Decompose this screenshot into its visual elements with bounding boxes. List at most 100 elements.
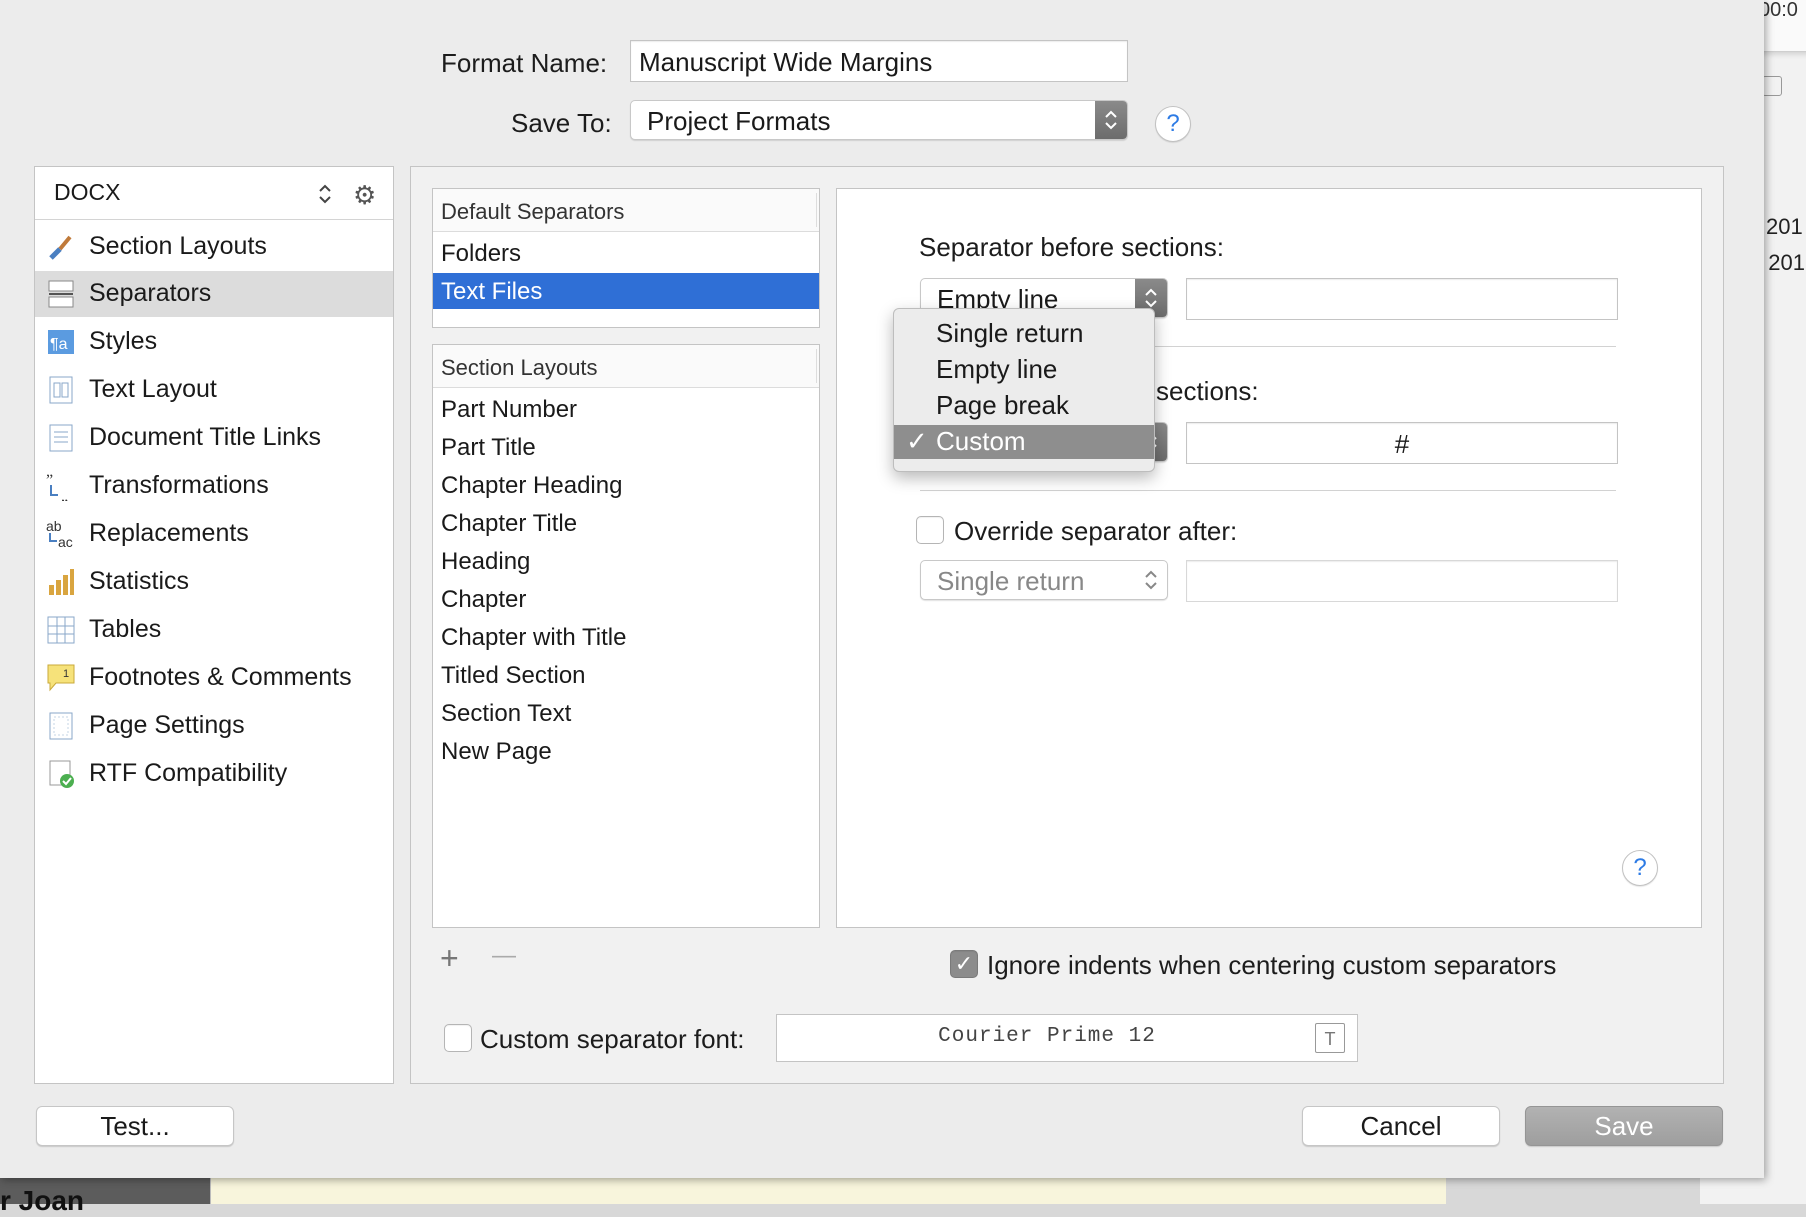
sidebar: DOCX ⚙ Section Layouts Separators ¶a Sty…	[34, 166, 394, 1084]
svg-text:”: ”	[46, 472, 53, 489]
svg-text:„: „	[61, 488, 68, 501]
format-name-field[interactable]: Manuscript Wide Margins	[630, 40, 1128, 82]
list-header: Section Layouts	[433, 345, 819, 388]
footnote-icon: 1	[47, 664, 75, 692]
divider	[920, 490, 1616, 491]
override-separator-custom-field[interactable]	[1186, 560, 1618, 602]
test-button[interactable]: Test...	[36, 1106, 234, 1146]
background-editor	[210, 1178, 1446, 1204]
custom-font-field[interactable]: Courier Prime 12 T	[776, 1014, 1358, 1062]
styles-icon: ¶a	[48, 330, 74, 354]
sidebar-item-footnotes-comments[interactable]: 1 Footnotes & Comments	[35, 655, 393, 701]
help-button[interactable]: ?	[1155, 106, 1191, 142]
svg-text:1: 1	[63, 668, 69, 680]
add-button[interactable]: +	[440, 940, 459, 977]
list-item-label: Chapter with Title	[441, 624, 627, 651]
sidebar-item-label: Styles	[89, 327, 158, 355]
sidebar-item-statistics[interactable]: Statistics	[35, 559, 393, 605]
list-item-label: Chapter Title	[441, 510, 578, 537]
list-item[interactable]: New Page	[433, 733, 819, 769]
save-to-popup[interactable]: Project Formats	[630, 100, 1128, 140]
format-name-value: Manuscript Wide Margins	[639, 47, 933, 77]
custom-font-checkbox[interactable]	[444, 1024, 472, 1052]
separator-before-label: Separator before sections:	[919, 232, 1224, 262]
sidebar-item-label: Transformations	[89, 471, 269, 499]
list-item-label: New Page	[441, 738, 552, 765]
sidebar-item-label: Text Layout	[89, 375, 217, 403]
cancel-button[interactable]: Cancel	[1302, 1106, 1500, 1146]
sidebar-item-text-layout[interactable]: Text Layout	[35, 367, 393, 413]
separator-before-custom-field[interactable]	[1186, 278, 1618, 320]
list-item[interactable]: Chapter with Title	[433, 619, 819, 655]
list-item-folders[interactable]: Folders	[433, 235, 819, 271]
sidebar-item-label: Separators	[89, 279, 212, 307]
menu-item-empty-line[interactable]: Empty line	[894, 353, 1154, 387]
remove-button[interactable]: —	[492, 942, 516, 970]
menu-item-label: Single return	[936, 318, 1084, 348]
document-icon	[49, 424, 73, 452]
background-text: r Joan	[0, 1185, 85, 1216]
override-separator-value: Single return	[937, 566, 1085, 596]
svg-text:¶a: ¶a	[50, 336, 68, 353]
sidebar-item-tables[interactable]: Tables	[35, 607, 393, 653]
list-item[interactable]: Part Title	[433, 429, 819, 465]
override-separator-checkbox[interactable]	[916, 516, 944, 544]
sidebar-item-section-layouts[interactable]: Section Layouts	[35, 224, 393, 270]
custom-font-label: Custom separator font:	[480, 1024, 745, 1054]
menu-item-label: Page break	[936, 390, 1069, 420]
menu-item-label: Custom	[936, 426, 1026, 456]
checkmark-icon: ✓	[906, 426, 928, 456]
list-item-label: Text Files	[441, 278, 543, 305]
quotes-icon: ”„	[46, 472, 68, 501]
list-item[interactable]: Part Number	[433, 391, 819, 427]
list-item[interactable]: Chapter Title	[433, 505, 819, 541]
list-item-label: Chapter Heading	[441, 472, 623, 499]
list-item-text-files[interactable]: Text Files	[433, 273, 819, 309]
background-date-1: 201	[1766, 214, 1803, 239]
separator-type-menu: Single return Empty line Page break ✓ Cu…	[893, 308, 1155, 472]
updown-arrows-icon	[1095, 101, 1127, 139]
save-to-value: Project Formats	[647, 106, 831, 136]
list-item[interactable]: Section Text	[433, 695, 819, 731]
updown-arrows-icon	[1135, 561, 1167, 599]
sidebar-item-label: Replacements	[89, 519, 249, 547]
ignore-indents-label: Ignore indents when centering custom sep…	[987, 950, 1557, 980]
sidebar-item-rtf-compatibility[interactable]: RTF Compatibility	[35, 751, 393, 797]
sidebar-item-document-title-links[interactable]: Document Title Links	[35, 415, 393, 461]
list-item[interactable]: Chapter	[433, 581, 819, 617]
format-sheet: Format Name: Manuscript Wide Margins Sav…	[0, 0, 1764, 1178]
save-button[interactable]: Save	[1525, 1106, 1723, 1146]
ignore-indents-checkbox[interactable]: ✓	[950, 950, 978, 978]
sidebar-item-styles[interactable]: ¶a Styles	[35, 319, 393, 365]
sidebar-item-separators[interactable]: Separators	[35, 271, 393, 317]
sidebar-item-transformations[interactable]: ” „ Transformations	[35, 463, 393, 509]
separator-between-custom-field[interactable]: #	[1186, 422, 1618, 464]
separator-between-custom-text: #	[1394, 429, 1410, 459]
default-separators-list: Default Separators Folders Text Files	[432, 188, 820, 328]
updown-arrows-icon[interactable]	[318, 183, 332, 205]
sidebar-item-replacements[interactable]: ab ac Replacements	[35, 511, 393, 557]
list-item-label: Section Text	[441, 700, 572, 727]
separators-icon	[48, 280, 74, 308]
table-icon	[47, 616, 75, 644]
page-icon	[49, 712, 73, 740]
override-separator-popup[interactable]: Single return	[920, 560, 1168, 600]
menu-item-page-break[interactable]: Page break	[894, 389, 1154, 423]
font-panel-icon[interactable]: T	[1315, 1023, 1345, 1053]
list-item[interactable]: Titled Section	[433, 657, 819, 693]
list-header-label: Section Layouts	[441, 355, 598, 380]
background-bar: r Joan	[0, 1175, 210, 1216]
gear-icon[interactable]: ⚙	[353, 180, 376, 211]
list-item[interactable]: Chapter Heading	[433, 467, 819, 503]
menu-item-single-return[interactable]: Single return	[894, 317, 1154, 351]
format-selector[interactable]: DOCX ⚙	[35, 167, 393, 220]
list-item-label: Part Title	[441, 434, 536, 461]
list-item-label: Part Number	[441, 396, 578, 423]
sidebar-item-page-settings[interactable]: Page Settings	[35, 703, 393, 749]
help-button[interactable]: ?	[1622, 850, 1658, 886]
camera-icon	[1762, 76, 1782, 96]
sidebar-item-label: Document Title Links	[89, 423, 322, 451]
sidebar-item-label: Page Settings	[89, 711, 245, 739]
list-item[interactable]: Heading	[433, 543, 819, 579]
menu-item-custom[interactable]: ✓ Custom	[894, 425, 1154, 459]
